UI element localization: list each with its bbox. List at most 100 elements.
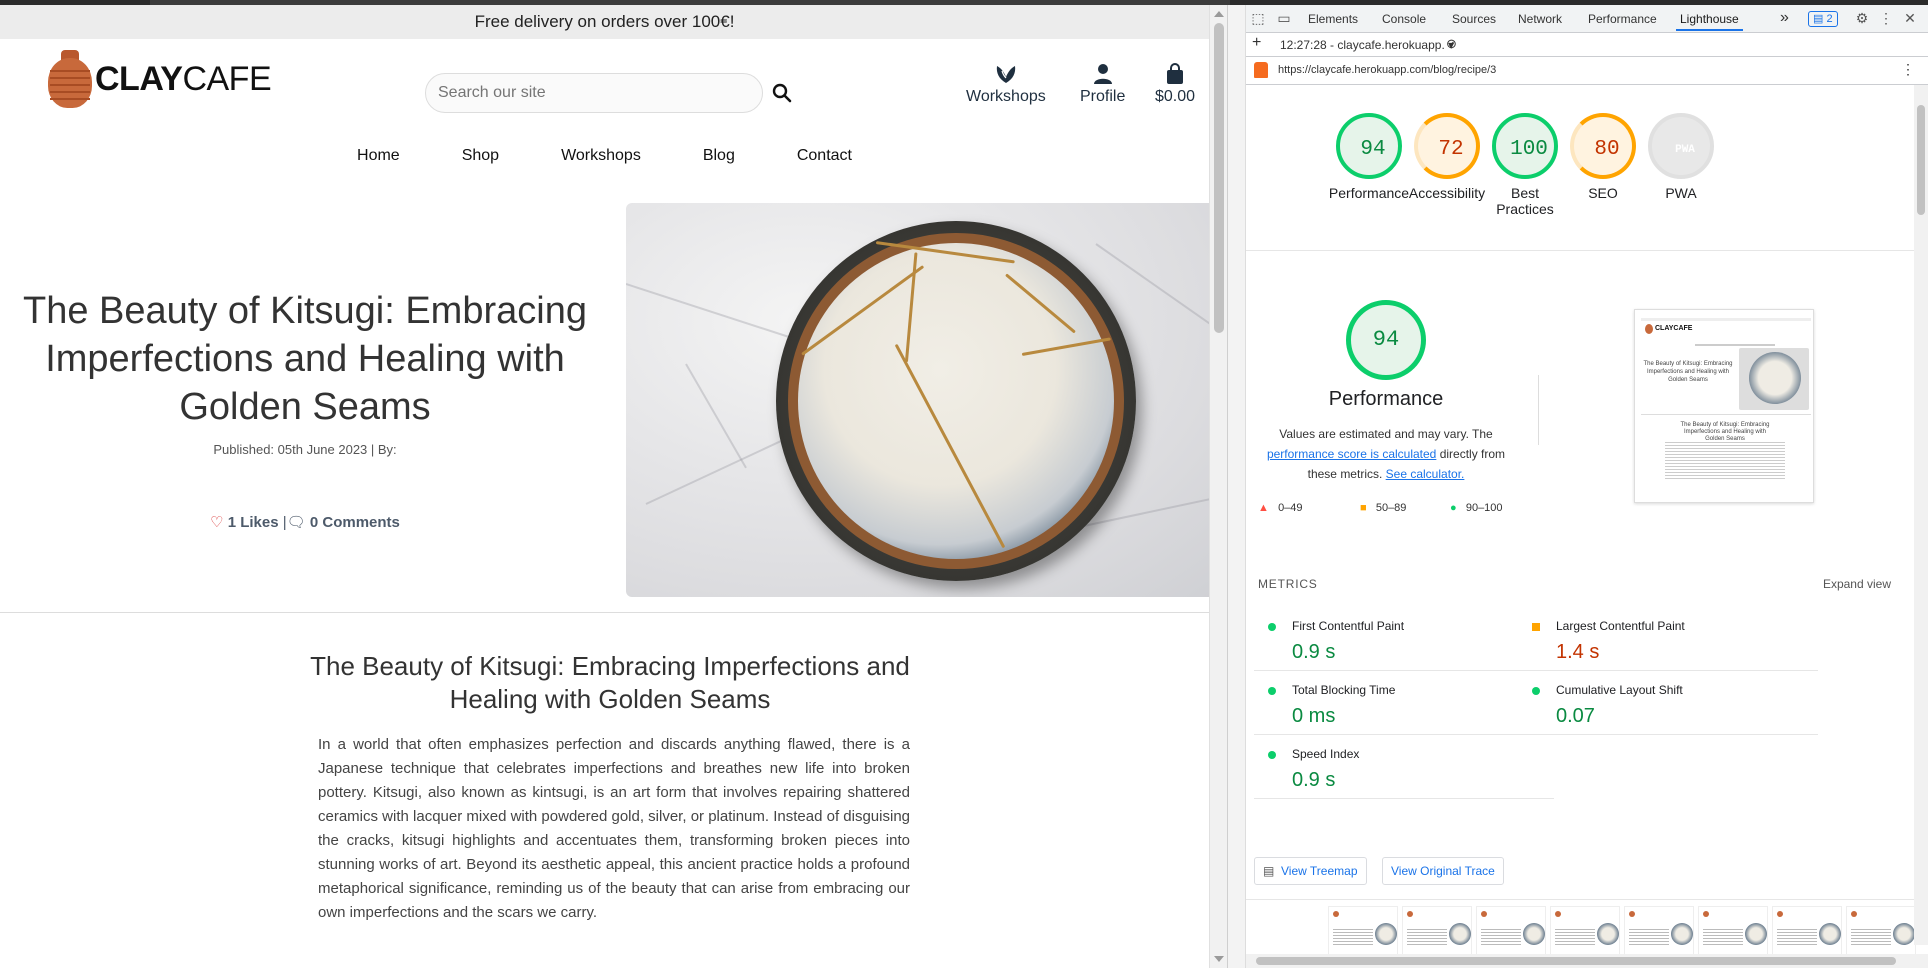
score-label: Performance bbox=[1328, 185, 1410, 201]
score-label: Best Practices bbox=[1496, 185, 1554, 217]
devtools-tab-bar: ⬚ ▭ Elements Console Sources Network Per… bbox=[1246, 5, 1928, 33]
header-profile-link[interactable]: Profile bbox=[1080, 63, 1125, 106]
expand-view-toggle[interactable]: Expand view bbox=[1823, 577, 1891, 591]
performance-heading: Performance bbox=[1328, 388, 1444, 410]
filmstrip-frame bbox=[1698, 906, 1768, 958]
metric-name: First Contentful Paint bbox=[1292, 619, 1405, 633]
score-gauge-seo[interactable]: 80 SEO bbox=[1558, 113, 1648, 201]
metric-first-contentful-paint: First Contentful Paint 0.9 s bbox=[1254, 607, 1554, 671]
lighthouse-icon bbox=[1254, 62, 1268, 78]
vertical-separator bbox=[1538, 375, 1539, 445]
square-icon bbox=[1532, 623, 1540, 631]
workshops-label: Workshops bbox=[966, 88, 1046, 105]
tab-performance[interactable]: Performance bbox=[1588, 12, 1657, 26]
final-screenshot-thumbnail[interactable]: CLAYCAFE The Beauty of Kitsugi: Embracin… bbox=[1634, 309, 1814, 503]
score-gauge-pwa[interactable]: PWA PWA bbox=[1636, 113, 1726, 201]
score-gauge-accessibility[interactable]: 72 Accessibility bbox=[1402, 113, 1492, 201]
pot-logo-icon bbox=[48, 50, 92, 108]
section-divider bbox=[0, 612, 1209, 613]
report-selector[interactable]: 12:27:28 - claycafe.herokuapp. ▾ bbox=[1280, 38, 1454, 52]
logo-text: CLAYCAFE bbox=[95, 59, 272, 98]
devtools-h-scrollbar[interactable] bbox=[1246, 954, 1928, 968]
more-tabs-icon[interactable]: » bbox=[1780, 9, 1789, 27]
score-value: 100 bbox=[1510, 138, 1548, 161]
tab-sources[interactable]: Sources bbox=[1452, 12, 1496, 26]
score-label: SEO bbox=[1588, 185, 1618, 201]
tab-console[interactable]: Console bbox=[1382, 12, 1426, 26]
metric-value: 0.07 bbox=[1556, 705, 1595, 727]
url-menu-icon[interactable]: ⋮ bbox=[1901, 61, 1915, 78]
score-label: Accessibility bbox=[1408, 185, 1486, 201]
nav-contact[interactable]: Contact bbox=[766, 147, 883, 165]
clear-reports-icon[interactable]: ⊘ bbox=[1446, 36, 1457, 52]
circle-icon bbox=[1532, 687, 1540, 695]
hero-title: The Beauty of Kitsugi: Embracing Imperfe… bbox=[23, 290, 587, 428]
see-calculator-link[interactable]: See calculator. bbox=[1386, 467, 1465, 481]
legend-average: ■ 50–89 bbox=[1360, 502, 1407, 514]
more-options-icon[interactable]: ⋮ bbox=[1878, 10, 1894, 26]
search-icon[interactable] bbox=[772, 83, 792, 103]
square-icon: ■ bbox=[1360, 502, 1367, 514]
score-label: PWA bbox=[1665, 185, 1697, 201]
lighthouse-toolbar: + 12:27:28 - claycafe.herokuapp. ▾ ⊘ bbox=[1246, 33, 1928, 57]
circle-icon bbox=[1268, 623, 1276, 631]
user-icon bbox=[1093, 64, 1112, 84]
tab-lighthouse[interactable]: Lighthouse bbox=[1676, 12, 1743, 31]
new-report-icon[interactable]: + bbox=[1252, 34, 1261, 52]
search-input[interactable] bbox=[438, 74, 738, 112]
main-nav: Home Shop Workshops Blog Contact bbox=[0, 147, 1209, 165]
view-original-trace-button[interactable]: View Original Trace bbox=[1382, 857, 1504, 885]
view-treemap-button[interactable]: ▤ View Treemap bbox=[1254, 857, 1367, 885]
lighthouse-report: 94 Performance 72 Accessibility 100 Best Prac… bbox=[1246, 85, 1928, 968]
metric-cumulative-layout-shift: Cumulative Layout Shift 0.07 bbox=[1518, 671, 1818, 735]
triangle-icon: ▲ bbox=[1258, 502, 1269, 514]
promo-banner: Free delivery on orders over 100€! bbox=[0, 5, 1209, 39]
issues-badge[interactable]: ▤ 2 bbox=[1808, 11, 1838, 27]
score-calculated-link[interactable]: performance score is calculated bbox=[1267, 447, 1436, 461]
metric-name: Cumulative Layout Shift bbox=[1556, 683, 1683, 697]
devtools-gutter bbox=[1228, 5, 1246, 968]
metric-value: 0 ms bbox=[1292, 705, 1336, 727]
article-paragraph: In a world that often emphasizes perfect… bbox=[318, 736, 910, 921]
score-gauge-best-practices[interactable]: 100 Best Practices bbox=[1480, 113, 1570, 217]
tab-network[interactable]: Network bbox=[1518, 12, 1562, 26]
filmstrip-frame bbox=[1772, 906, 1842, 958]
metric-name: Largest Contentful Paint bbox=[1556, 619, 1685, 633]
metric-name: Total Blocking Time bbox=[1292, 683, 1396, 697]
devtools-scrollbar[interactable] bbox=[1914, 85, 1928, 945]
comment-icon: 🗨 bbox=[286, 514, 306, 531]
claycafe-logo[interactable]: CLAYCAFE bbox=[48, 50, 272, 108]
post-stats: ♡ 1 Likes |🗨 0 Comments bbox=[10, 513, 600, 531]
nav-shop[interactable]: Shop bbox=[431, 147, 530, 165]
published-info: Published: 05th June 2023 | By: bbox=[213, 442, 397, 457]
nav-workshops[interactable]: Workshops bbox=[530, 147, 672, 165]
profile-label: Profile bbox=[1080, 88, 1126, 105]
tab-elements[interactable]: Elements bbox=[1308, 12, 1358, 26]
nav-home[interactable]: Home bbox=[326, 147, 431, 165]
device-toggle-icon[interactable]: ▭ bbox=[1276, 10, 1292, 26]
close-icon[interactable]: ✕ bbox=[1902, 10, 1918, 26]
filmstrip-frame bbox=[1846, 906, 1916, 958]
report-url-bar: https://claycafe.herokuapp.com/blog/reci… bbox=[1246, 57, 1928, 85]
header-workshops-link[interactable]: Workshops bbox=[966, 63, 1046, 106]
treemap-icon: ▤ bbox=[1263, 864, 1275, 878]
circle-icon bbox=[1268, 687, 1276, 695]
page-scrollbar[interactable] bbox=[1209, 5, 1227, 968]
header-cart-link[interactable]: $0.00 bbox=[1155, 63, 1195, 106]
heart-icon[interactable]: ♡ bbox=[210, 514, 223, 531]
filmstrip bbox=[1246, 899, 1928, 961]
filmstrip-frame bbox=[1328, 906, 1398, 958]
report-url[interactable]: https://claycafe.herokuapp.com/blog/reci… bbox=[1278, 64, 1496, 76]
inspect-element-icon[interactable]: ⬚ bbox=[1250, 10, 1266, 26]
metric-value: 1.4 s bbox=[1556, 641, 1600, 663]
metric-value: 0.9 s bbox=[1292, 641, 1336, 663]
legend-fail: ▲ 0–49 bbox=[1258, 502, 1303, 514]
nav-blog[interactable]: Blog bbox=[672, 147, 766, 165]
settings-gear-icon[interactable]: ⚙ bbox=[1854, 10, 1870, 26]
metric-speed-index: Speed Index 0.9 s bbox=[1254, 735, 1554, 799]
likes-count: 1 Likes bbox=[227, 514, 279, 531]
score-gauge-performance[interactable]: 94 Performance bbox=[1324, 113, 1414, 201]
circle-icon bbox=[1268, 751, 1276, 759]
metric-total-blocking-time: Total Blocking Time 0 ms bbox=[1254, 671, 1554, 735]
legend-pass: ● 90–100 bbox=[1450, 502, 1503, 514]
